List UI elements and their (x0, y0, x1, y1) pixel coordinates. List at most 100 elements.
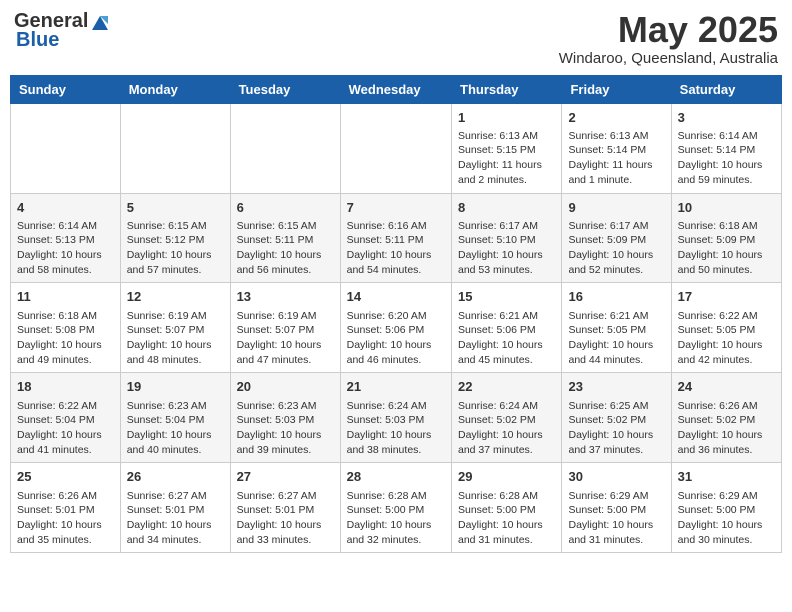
calendar-cell: 3Sunrise: 6:14 AM Sunset: 5:14 PM Daylig… (671, 103, 781, 193)
day-info: Sunrise: 6:16 AM Sunset: 5:11 PM Dayligh… (347, 220, 432, 276)
day-number: 1 (458, 109, 555, 127)
calendar-week-row: 25 Sunrise: 6:26 AM Sunset: 5:01 PM Dayli… (11, 463, 782, 553)
day-number: 28 (347, 468, 445, 486)
calendar-cell: 20 Sunrise: 6:23 AM Sunset: 5:03 PM Dayli… (230, 373, 340, 463)
calendar-cell: 7 Sunrise: 6:16 AM Sunset: 5:11 PM Daylig… (340, 193, 451, 283)
day-info: Sunrise: 6:13 AM Sunset: 5:14 PM Dayligh… (568, 130, 652, 186)
day-info: Sunrise: 6:21 AM Sunset: 5:05 PM Dayligh… (568, 310, 653, 366)
month-title: May 2025 (559, 10, 778, 50)
calendar-header-sunday: Sunday (11, 75, 121, 103)
calendar-header-monday: Monday (120, 75, 230, 103)
day-number: 8 (458, 199, 555, 217)
calendar-cell: 28 Sunrise: 6:28 AM Sunset: 5:00 PM Dayli… (340, 463, 451, 553)
day-number: 19 (127, 378, 224, 396)
day-info: Sunrise: 6:14 AM Sunset: 5:13 PM Dayligh… (17, 220, 102, 276)
calendar-week-row: 18Sunrise: 6:22 AM Sunset: 5:04 PM Dayli… (11, 373, 782, 463)
day-info: Sunrise: 6:27 AM Sunset: 5:01 PM Dayligh… (127, 490, 212, 546)
day-number: 17 (678, 288, 775, 306)
calendar-cell: 18Sunrise: 6:22 AM Sunset: 5:04 PM Dayli… (11, 373, 121, 463)
calendar-header-wednesday: Wednesday (340, 75, 451, 103)
calendar-header-row: SundayMondayTuesdayWednesdayThursdayFrid… (11, 75, 782, 103)
page-header: General Blue May 2025 Windaroo, Queensla… (10, 10, 782, 67)
day-number: 2 (568, 109, 664, 127)
day-info: Sunrise: 6:17 AM Sunset: 5:10 PM Dayligh… (458, 220, 543, 276)
day-number: 11 (17, 288, 114, 306)
calendar-cell (11, 103, 121, 193)
day-info: Sunrise: 6:19 AM Sunset: 5:07 PM Dayligh… (237, 310, 322, 366)
day-number: 23 (568, 378, 664, 396)
calendar-cell: 23 Sunrise: 6:25 AM Sunset: 5:02 PM Dayli… (562, 373, 671, 463)
calendar-cell: 19Sunrise: 6:23 AM Sunset: 5:04 PM Dayli… (120, 373, 230, 463)
calendar-cell: 11 Sunrise: 6:18 AM Sunset: 5:08 PM Dayli… (11, 283, 121, 373)
day-info: Sunrise: 6:17 AM Sunset: 5:09 PM Dayligh… (568, 220, 653, 276)
day-info: Sunrise: 6:18 AM Sunset: 5:08 PM Dayligh… (17, 310, 102, 366)
day-info: Sunrise: 6:18 AM Sunset: 5:09 PM Dayligh… (678, 220, 763, 276)
calendar-cell: 16Sunrise: 6:21 AM Sunset: 5:05 PM Dayli… (562, 283, 671, 373)
day-info: Sunrise: 6:25 AM Sunset: 5:02 PM Dayligh… (568, 400, 653, 456)
day-info: Sunrise: 6:15 AM Sunset: 5:12 PM Dayligh… (127, 220, 212, 276)
calendar-cell: 17Sunrise: 6:22 AM Sunset: 5:05 PM Dayli… (671, 283, 781, 373)
calendar-cell: 12Sunrise: 6:19 AM Sunset: 5:07 PM Dayli… (120, 283, 230, 373)
day-info: Sunrise: 6:28 AM Sunset: 5:00 PM Dayligh… (458, 490, 543, 546)
calendar-header-tuesday: Tuesday (230, 75, 340, 103)
calendar-cell: 26 Sunrise: 6:27 AM Sunset: 5:01 PM Dayli… (120, 463, 230, 553)
day-number: 21 (347, 378, 445, 396)
day-info: Sunrise: 6:23 AM Sunset: 5:03 PM Dayligh… (237, 400, 322, 456)
calendar-cell: 25 Sunrise: 6:26 AM Sunset: 5:01 PM Dayli… (11, 463, 121, 553)
calendar-cell: 5Sunrise: 6:15 AM Sunset: 5:12 PM Daylig… (120, 193, 230, 283)
day-info: Sunrise: 6:28 AM Sunset: 5:00 PM Dayligh… (347, 490, 432, 546)
day-info: Sunrise: 6:24 AM Sunset: 5:02 PM Dayligh… (458, 400, 543, 456)
calendar-cell (340, 103, 451, 193)
calendar-cell: 6 Sunrise: 6:15 AM Sunset: 5:11 PM Daylig… (230, 193, 340, 283)
day-number: 12 (127, 288, 224, 306)
logo-blue-text: Blue (14, 29, 59, 52)
day-info: Sunrise: 6:13 AM Sunset: 5:15 PM Dayligh… (458, 130, 542, 186)
day-info: Sunrise: 6:15 AM Sunset: 5:11 PM Dayligh… (237, 220, 322, 276)
title-section: May 2025 Windaroo, Queensland, Australia (559, 10, 778, 67)
day-number: 18 (17, 378, 114, 396)
calendar-cell: 15 Sunrise: 6:21 AM Sunset: 5:06 PM Dayli… (452, 283, 562, 373)
calendar-header-saturday: Saturday (671, 75, 781, 103)
day-info: Sunrise: 6:21 AM Sunset: 5:06 PM Dayligh… (458, 310, 543, 366)
calendar-week-row: 1 Sunrise: 6:13 AM Sunset: 5:15 PM Daylig… (11, 103, 782, 193)
calendar-cell: 4 Sunrise: 6:14 AM Sunset: 5:13 PM Daylig… (11, 193, 121, 283)
day-number: 27 (237, 468, 334, 486)
day-number: 22 (458, 378, 555, 396)
day-info: Sunrise: 6:20 AM Sunset: 5:06 PM Dayligh… (347, 310, 432, 366)
day-info: Sunrise: 6:29 AM Sunset: 5:00 PM Dayligh… (678, 490, 763, 546)
day-number: 20 (237, 378, 334, 396)
calendar-header-thursday: Thursday (452, 75, 562, 103)
day-number: 29 (458, 468, 555, 486)
calendar-cell: 24 Sunrise: 6:26 AM Sunset: 5:02 PM Dayli… (671, 373, 781, 463)
calendar-cell: 14 Sunrise: 6:20 AM Sunset: 5:06 PM Dayli… (340, 283, 451, 373)
calendar-cell: 22 Sunrise: 6:24 AM Sunset: 5:02 PM Dayli… (452, 373, 562, 463)
day-number: 25 (17, 468, 114, 486)
day-number: 31 (678, 468, 775, 486)
day-number: 26 (127, 468, 224, 486)
calendar-table: SundayMondayTuesdayWednesdayThursdayFrid… (10, 75, 782, 554)
calendar-cell: 2 Sunrise: 6:13 AM Sunset: 5:14 PM Daylig… (562, 103, 671, 193)
day-number: 13 (237, 288, 334, 306)
calendar-cell (120, 103, 230, 193)
day-info: Sunrise: 6:26 AM Sunset: 5:02 PM Dayligh… (678, 400, 763, 456)
calendar-cell: 27 Sunrise: 6:27 AM Sunset: 5:01 PM Dayli… (230, 463, 340, 553)
day-number: 9 (568, 199, 664, 217)
calendar-cell: 21Sunrise: 6:24 AM Sunset: 5:03 PM Dayli… (340, 373, 451, 463)
day-number: 10 (678, 199, 775, 217)
calendar-header-friday: Friday (562, 75, 671, 103)
logo: General Blue (14, 10, 110, 52)
day-number: 3 (678, 109, 775, 127)
day-number: 7 (347, 199, 445, 217)
calendar-cell: 13 Sunrise: 6:19 AM Sunset: 5:07 PM Dayli… (230, 283, 340, 373)
day-number: 6 (237, 199, 334, 217)
calendar-cell: 29 Sunrise: 6:28 AM Sunset: 5:00 PM Dayli… (452, 463, 562, 553)
day-number: 24 (678, 378, 775, 396)
day-number: 4 (17, 199, 114, 217)
location-title: Windaroo, Queensland, Australia (559, 50, 778, 67)
calendar-cell: 1 Sunrise: 6:13 AM Sunset: 5:15 PM Daylig… (452, 103, 562, 193)
day-info: Sunrise: 6:26 AM Sunset: 5:01 PM Dayligh… (17, 490, 102, 546)
day-info: Sunrise: 6:27 AM Sunset: 5:01 PM Dayligh… (237, 490, 322, 546)
day-number: 15 (458, 288, 555, 306)
calendar-cell: 8 Sunrise: 6:17 AM Sunset: 5:10 PM Daylig… (452, 193, 562, 283)
day-number: 14 (347, 288, 445, 306)
